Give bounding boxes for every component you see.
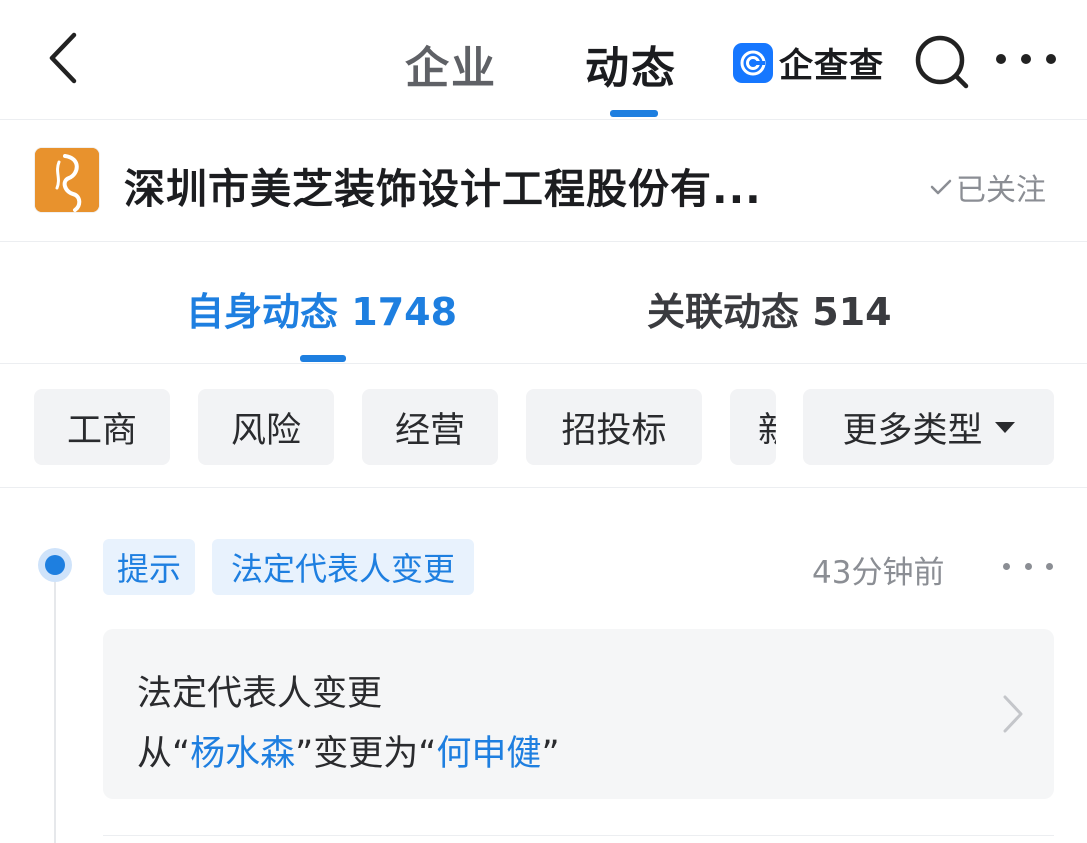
dot-icon <box>1003 563 1010 570</box>
desc-suffix: ” <box>541 734 560 774</box>
filter-chip-news[interactable]: 新 <box>730 389 776 465</box>
desc-prefix: 从“ <box>137 734 191 774</box>
company-logo <box>34 147 100 213</box>
dot-icon <box>1021 54 1031 64</box>
top-nav-bar: 企业 动态 企查查 <box>0 0 1087 120</box>
tab-enterprise[interactable]: 企业 <box>405 32 497 96</box>
brand-logo[interactable]: 企查查 <box>733 38 884 87</box>
tab-related-dynamics[interactable]: 关联动态 514 <box>647 281 892 336</box>
tab-self-label: 自身动态 <box>186 290 339 334</box>
timeline-line <box>54 575 56 843</box>
search-button[interactable] <box>912 32 972 92</box>
filter-chip-operation[interactable]: 经营 <box>362 389 498 465</box>
next-event-card <box>103 835 1054 843</box>
tab-related-count: 514 <box>812 290 892 334</box>
dot-icon <box>1046 54 1056 64</box>
dot-icon <box>1046 563 1053 570</box>
dot-icon <box>1024 563 1032 570</box>
chevron-left-icon <box>49 32 77 84</box>
desc-middle: ”变更为“ <box>295 734 437 774</box>
tab-self-dynamics[interactable]: 自身动态 1748 <box>186 281 457 336</box>
search-icon <box>915 35 969 89</box>
follow-status-button[interactable]: 已关注 <box>930 165 1046 209</box>
tab-self-count: 1748 <box>351 290 458 334</box>
event-time: 43分钟前 <box>812 555 945 591</box>
filter-chip-business[interactable]: 工商 <box>34 389 170 465</box>
tab-related-label: 关联动态 <box>647 290 800 334</box>
active-tab-indicator <box>610 110 658 117</box>
dynamics-subtabs: 自身动态 1748 关联动态 514 <box>0 243 1087 364</box>
dot-icon <box>996 54 1006 64</box>
chevron-right-icon <box>1003 695 1023 733</box>
item-more-button[interactable] <box>1003 563 1053 573</box>
more-types-label: 更多类型 <box>842 410 983 451</box>
filter-chip-risk[interactable]: 风险 <box>198 389 334 465</box>
filter-bar: 工商 风险 经营 招投标 新 更多类型 <box>0 365 1087 488</box>
caret-down-icon <box>994 421 1015 433</box>
event-card-description: 从“杨水森”变更为“何申健” <box>137 725 560 776</box>
active-subtab-indicator <box>300 355 346 362</box>
more-types-dropdown[interactable]: 更多类型 <box>803 389 1054 465</box>
from-person-link[interactable]: 杨水森 <box>190 734 295 774</box>
dynamics-feed: 提示 法定代表人变更 43分钟前 法定代表人变更 从“杨水森”变更为“何申健” <box>0 489 1087 843</box>
back-button[interactable] <box>38 28 88 88</box>
brand-name: 企查查 <box>779 46 884 86</box>
tag-notice: 提示 <box>103 539 195 595</box>
company-name: 深圳市美芝装饰设计工程股份有... <box>124 165 762 213</box>
event-card-title: 法定代表人变更 <box>137 674 383 714</box>
event-card[interactable]: 法定代表人变更 从“杨水森”变更为“何申健” <box>103 629 1054 799</box>
app-screen: 企业 动态 企查查 深圳市美芝装饰设计工程股份有... 已关注 自身动态 174… <box>0 0 1087 843</box>
to-person-link[interactable]: 何申健 <box>436 734 541 774</box>
timeline-dot <box>38 548 72 582</box>
tab-dynamics[interactable]: 动态 <box>585 32 677 96</box>
company-header[interactable]: 深圳市美芝装饰设计工程股份有... 已关注 <box>0 121 1087 242</box>
follow-label: 已关注 <box>956 173 1046 208</box>
qcc-logo-icon <box>733 42 773 83</box>
tag-event-type: 法定代表人变更 <box>212 539 474 595</box>
checkmark-icon <box>930 179 952 195</box>
filter-chip-bidding[interactable]: 招投标 <box>526 389 702 465</box>
more-options-button[interactable] <box>996 44 1056 74</box>
